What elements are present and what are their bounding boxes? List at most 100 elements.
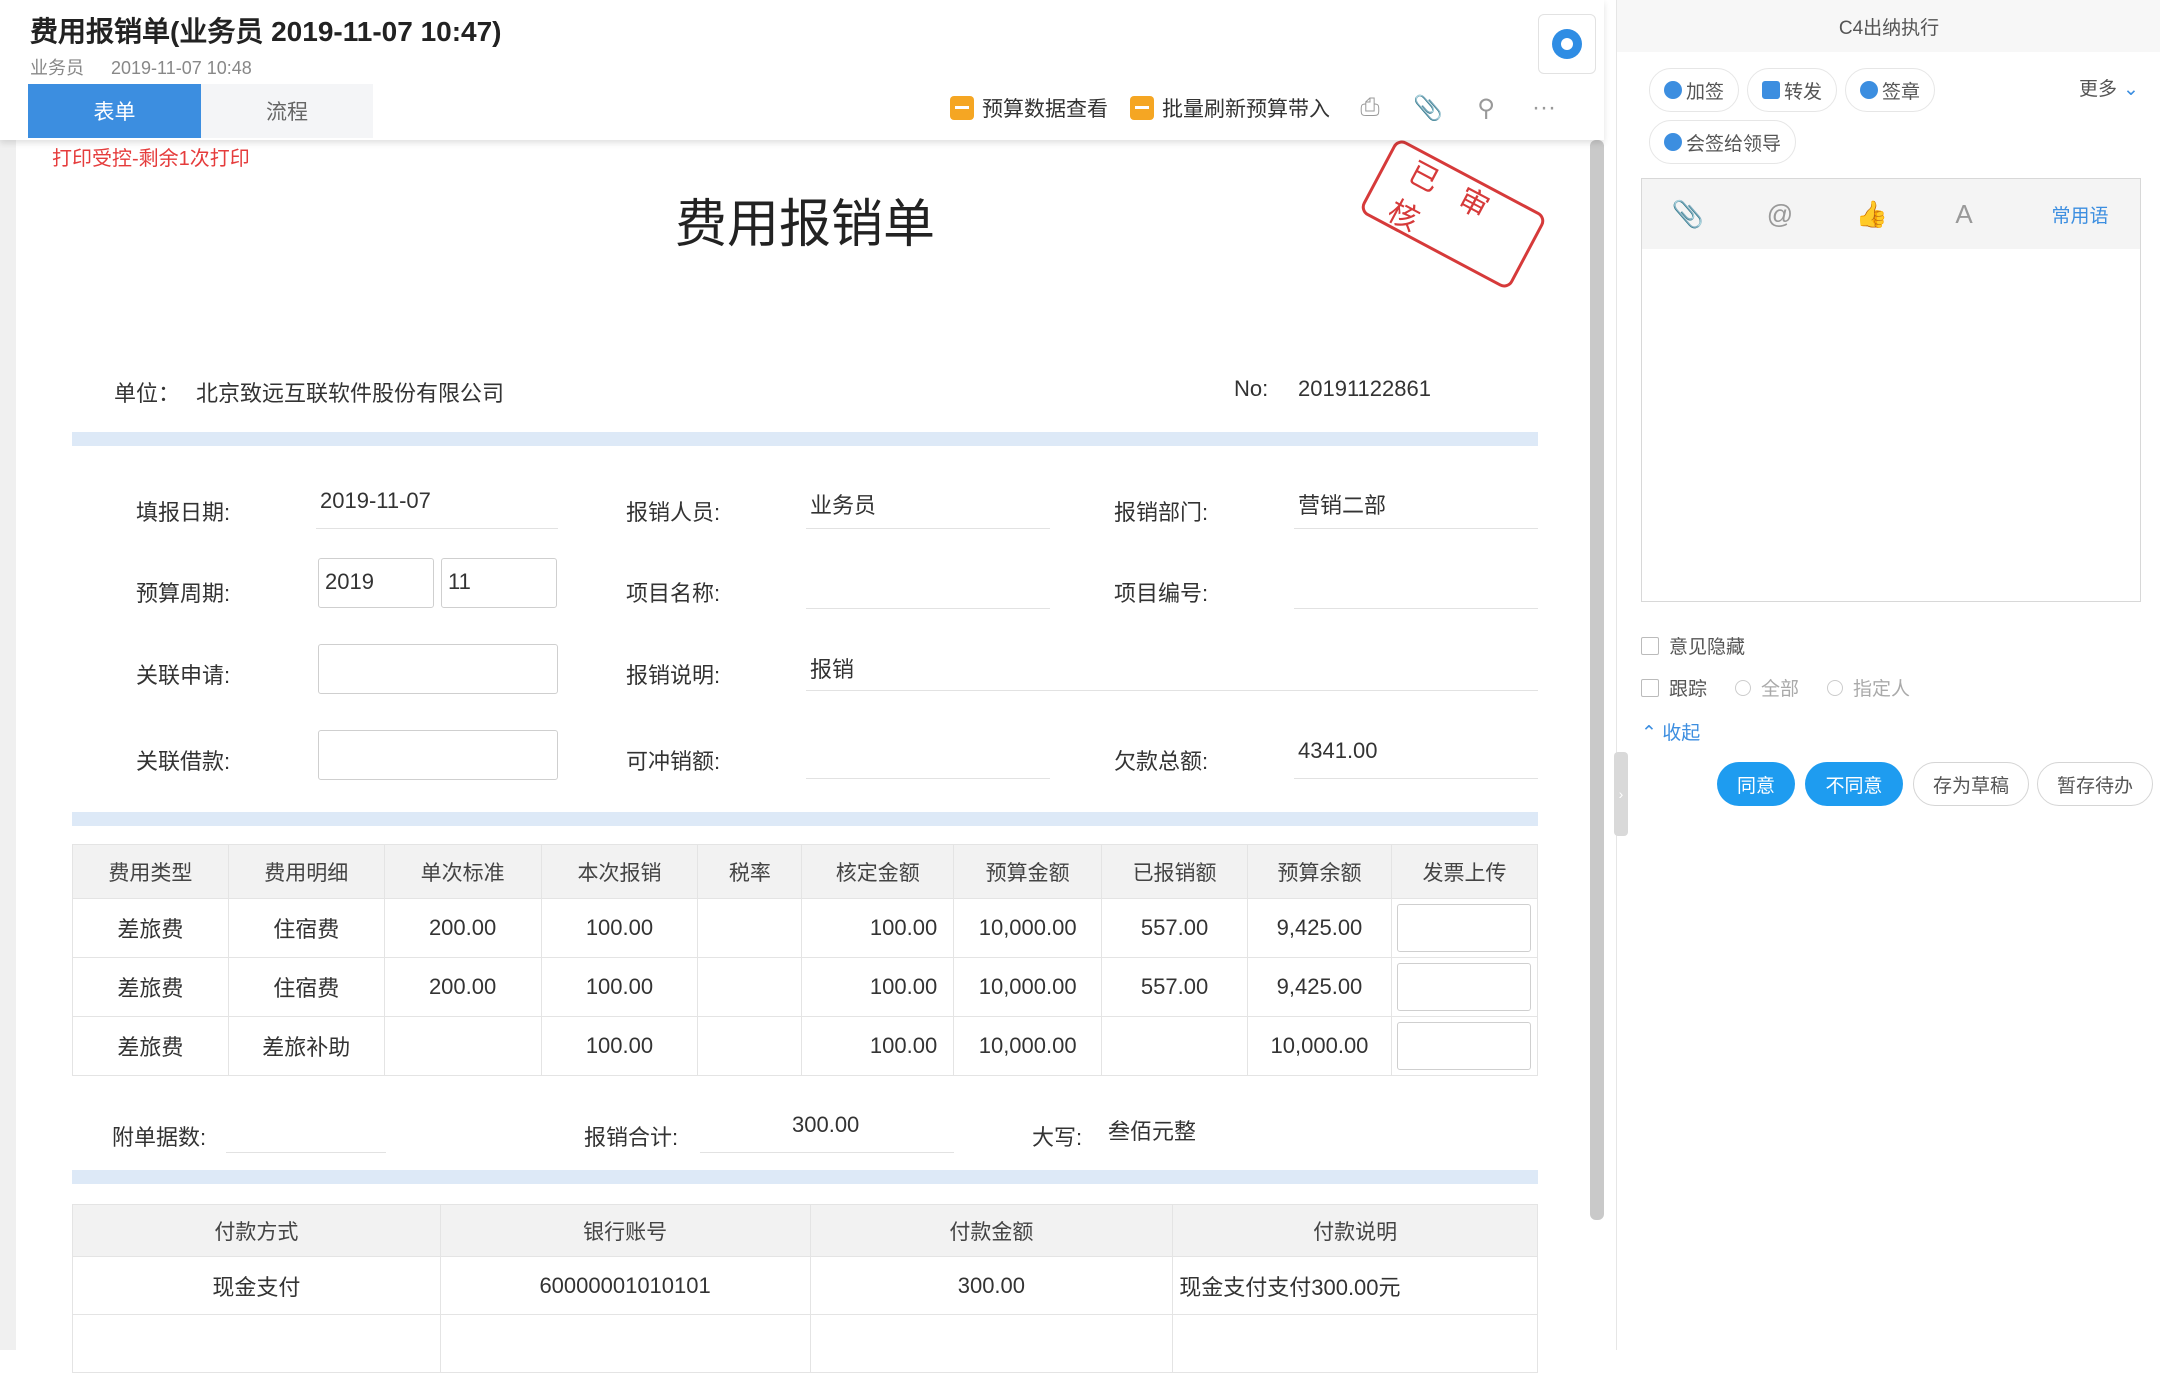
track-checkbox[interactable] bbox=[1641, 678, 1659, 697]
save-draft-button[interactable]: 存为草稿 bbox=[1913, 762, 2029, 806]
debt-total-value: 4341.00 bbox=[1298, 738, 1378, 763]
panel-splitter[interactable]: › bbox=[1614, 752, 1628, 836]
fill-date-value: 2019-11-07 bbox=[320, 488, 431, 513]
table-cell bbox=[697, 957, 803, 1017]
section-divider bbox=[72, 812, 1538, 826]
related-loan-field[interactable] bbox=[318, 730, 558, 780]
debt-total-label: 欠款总额: bbox=[1114, 749, 1209, 774]
add-user-icon bbox=[1664, 81, 1682, 99]
table-cell: 9,425.00 bbox=[1247, 957, 1392, 1017]
table-cell: 9,425.00 bbox=[1247, 898, 1392, 958]
offset-label: 可冲销额: bbox=[626, 749, 721, 774]
table-row: 现金支付 60000001010101 300.00 现金支付支付300.00元 bbox=[72, 1256, 1538, 1315]
tab-flow[interactable]: 流程 bbox=[201, 84, 373, 138]
expense-table: 费用类型 费用明细 单次标准 本次报销 税率 核定金额 预算金额 已报销额 预算… bbox=[72, 844, 1539, 1076]
agree-button[interactable]: 同意 bbox=[1717, 762, 1795, 806]
more-button[interactable]: ··· bbox=[1526, 94, 1562, 122]
table-cell bbox=[809, 1314, 1174, 1373]
invoice-upload-cell bbox=[1390, 1016, 1539, 1076]
thumbs-up-icon[interactable]: 👍 bbox=[1826, 199, 1918, 230]
tab-form[interactable]: 表单 bbox=[28, 84, 201, 138]
table-cell: 300.00 bbox=[809, 1256, 1174, 1315]
column-header: 已报销额 bbox=[1101, 844, 1249, 899]
table-cell: 10,000.00 bbox=[953, 1016, 1103, 1076]
table-cell: 100.00 bbox=[801, 898, 955, 958]
table-row: 差旅费 住宿费 200.00 100.00 100.00 10,000.00 5… bbox=[72, 957, 1539, 1017]
document-meta: 业务员 2019-11-07 10:48 bbox=[30, 54, 274, 80]
budget-year-field[interactable]: 2019 bbox=[318, 558, 434, 608]
table-cell: 差旅补助 bbox=[227, 1016, 385, 1076]
capital-label: 大写: bbox=[1032, 1125, 1083, 1150]
table-cell: 60000001010101 bbox=[439, 1256, 811, 1315]
expense-table-header: 费用类型 费用明细 单次标准 本次报销 税率 核定金额 预算金额 已报销额 预算… bbox=[72, 844, 1539, 899]
chevron-down-icon: ⌄ bbox=[2123, 79, 2139, 100]
disagree-button[interactable]: 不同意 bbox=[1805, 762, 1903, 806]
paperclip-icon[interactable]: 📎 bbox=[1642, 199, 1734, 230]
column-header: 费用明细 bbox=[227, 844, 385, 899]
countersign-label: 会签给领导 bbox=[1686, 133, 1782, 155]
table-cell: 差旅费 bbox=[72, 957, 229, 1017]
budget-icon bbox=[950, 96, 974, 120]
total-value: 300.00 bbox=[792, 1112, 860, 1137]
attach-count-label: 附单据数: bbox=[112, 1125, 207, 1150]
column-header: 本次报销 bbox=[540, 844, 699, 899]
hold-button[interactable]: 暂存待办 bbox=[2037, 762, 2153, 806]
column-header: 预算余额 bbox=[1247, 844, 1392, 899]
dept-value: 营销二部 bbox=[1298, 493, 1387, 518]
track-specified-radio[interactable] bbox=[1827, 679, 1844, 696]
approved-stamp: 已审核 bbox=[1358, 137, 1548, 291]
collapse-link[interactable]: ⌃ 收起 bbox=[1641, 718, 1700, 745]
payment-table-header: 付款方式 银行账号 付款金额 付款说明 bbox=[72, 1204, 1538, 1257]
invoice-upload-field[interactable] bbox=[1397, 963, 1532, 1011]
budget-month-field[interactable]: 11 bbox=[441, 558, 557, 608]
budget-view-label: 预算数据查看 bbox=[982, 98, 1108, 121]
left-gutter bbox=[0, 140, 16, 1350]
desc-label: 报销说明: bbox=[626, 663, 721, 688]
forward-button[interactable]: 转发 bbox=[1747, 68, 1838, 112]
track-all-radio[interactable] bbox=[1735, 679, 1752, 696]
unit-value: 北京致远互联软件股份有限公司 bbox=[196, 381, 505, 406]
reimburser-label: 报销人员: bbox=[626, 500, 721, 525]
opinion-editor[interactable]: 📎 @ 👍 A 常用语 bbox=[1641, 178, 2141, 602]
at-icon[interactable]: @ bbox=[1734, 199, 1826, 230]
invoice-upload-field[interactable] bbox=[1397, 1022, 1532, 1070]
vertical-scrollbar[interactable] bbox=[1590, 140, 1604, 1220]
table-cell: 现金支付支付300.00元 bbox=[1172, 1256, 1538, 1315]
table-cell bbox=[697, 898, 803, 958]
approval-panel: C4出纳执行 加签 转发 签章 更多 ⌄ 会签给领导 📎 @ 👍 A 常用语 意见… bbox=[1616, 0, 2160, 1350]
table-cell: 557.00 bbox=[1101, 898, 1249, 958]
related-apply-label: 关联申请: bbox=[136, 663, 231, 688]
invoice-upload-field[interactable] bbox=[1397, 904, 1532, 952]
table-cell: 100.00 bbox=[540, 898, 699, 958]
debt-total-underline bbox=[1294, 778, 1538, 779]
created-time: 2019-11-07 10:48 bbox=[111, 58, 252, 78]
budget-view-button[interactable]: 预算数据查看 bbox=[950, 93, 1108, 123]
assistant-button[interactable] bbox=[1538, 14, 1596, 74]
signature-button[interactable]: 签章 bbox=[1845, 68, 1936, 112]
batch-refresh-button[interactable]: 批量刷新预算带入 bbox=[1130, 93, 1330, 123]
table-cell: 200.00 bbox=[383, 957, 542, 1017]
table-cell: 100.00 bbox=[540, 1016, 699, 1076]
table-cell: 住宿费 bbox=[227, 957, 385, 1017]
opinion-hidden-option[interactable]: 意见隐藏 bbox=[1641, 632, 1745, 659]
countersign-leader-button[interactable]: 会签给领导 bbox=[1649, 120, 1797, 164]
no-value: 20191122861 bbox=[1298, 376, 1431, 401]
robot-icon bbox=[1552, 29, 1582, 59]
table-cell: 10,000.00 bbox=[1247, 1016, 1392, 1076]
common-phrases-button[interactable]: 常用语 bbox=[2020, 201, 2140, 228]
add-signer-button[interactable]: 加签 bbox=[1649, 68, 1740, 112]
total-label: 报销合计: bbox=[584, 1125, 679, 1150]
collapse-label: 收起 bbox=[1662, 723, 1701, 744]
search-icon[interactable]: ⚲ bbox=[1468, 94, 1504, 123]
opinion-hidden-label: 意见隐藏 bbox=[1669, 637, 1746, 658]
more-actions-button[interactable]: 更多 ⌄ bbox=[2079, 74, 2139, 101]
printer-icon[interactable]: ⎙ bbox=[1352, 94, 1388, 122]
font-icon[interactable]: A bbox=[1918, 199, 2010, 230]
column-header: 核定金额 bbox=[801, 844, 955, 899]
column-header: 发票上传 bbox=[1390, 844, 1539, 899]
related-apply-field[interactable] bbox=[318, 644, 558, 694]
track-option[interactable]: 跟踪 全部 指定人 bbox=[1641, 674, 1910, 701]
capital-value: 叁佰元整 bbox=[1108, 1119, 1197, 1144]
opinion-hidden-checkbox[interactable] bbox=[1641, 636, 1659, 655]
paperclip-icon[interactable]: 📎 bbox=[1410, 94, 1446, 123]
